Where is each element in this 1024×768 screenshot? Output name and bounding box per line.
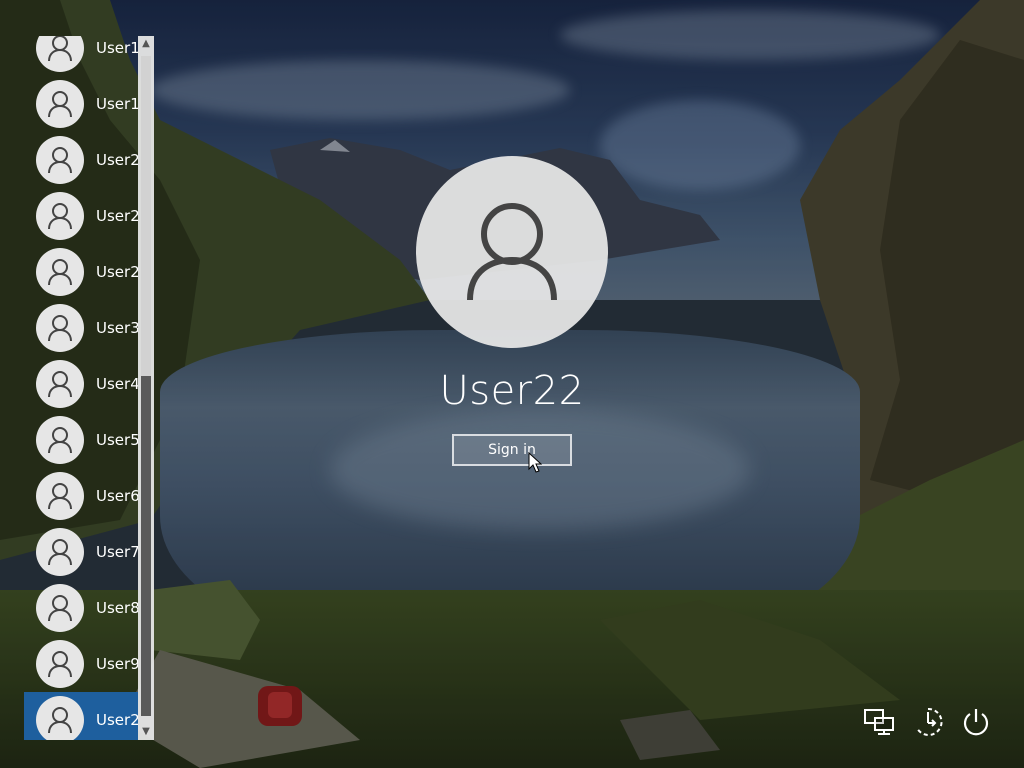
network-icon xyxy=(864,709,894,735)
user-icon xyxy=(48,651,72,678)
mouse-cursor-icon xyxy=(528,452,542,473)
network-button[interactable] xyxy=(860,702,900,742)
user-name: User22 xyxy=(96,711,138,729)
user-avatar xyxy=(36,472,84,520)
sign-in-button[interactable]: Sign in xyxy=(452,434,572,466)
user-list[interactable]: User18 User19 User2 User20 User21 User3 User4 U… xyxy=(24,36,154,740)
user-icon xyxy=(48,595,72,622)
user-list-scrollbar[interactable]: ▲ ▼ xyxy=(138,36,154,740)
selected-user-name: User22 xyxy=(439,368,585,414)
user-icon xyxy=(48,427,72,454)
user-avatar xyxy=(36,248,84,296)
chevron-down-icon[interactable]: ▼ xyxy=(138,724,154,740)
user-avatar xyxy=(36,36,84,72)
user-avatar xyxy=(36,528,84,576)
user-list-item[interactable]: User5 xyxy=(24,412,138,468)
user-avatar xyxy=(36,136,84,184)
user-name: User4 xyxy=(96,375,138,393)
user-list-item[interactable]: User19 xyxy=(24,76,138,132)
scrollbar-thumb[interactable] xyxy=(141,56,151,376)
user-name: User9 xyxy=(96,655,138,673)
user-icon xyxy=(48,147,72,174)
user-avatar xyxy=(36,360,84,408)
accessibility-icon xyxy=(916,707,943,736)
accessibility-button[interactable] xyxy=(908,702,948,742)
user-icon xyxy=(48,259,72,286)
user-list-item[interactable]: User18 xyxy=(24,36,138,76)
user-icon xyxy=(48,203,72,230)
user-icon xyxy=(467,203,557,301)
chevron-up-icon[interactable]: ▲ xyxy=(138,36,154,52)
user-icon xyxy=(48,483,72,510)
user-icon xyxy=(48,371,72,398)
user-name: User6 xyxy=(96,487,138,505)
user-list-item[interactable]: User9 xyxy=(24,636,138,692)
user-icon xyxy=(48,36,72,62)
user-avatar xyxy=(36,696,84,740)
user-list-item[interactable]: User20 xyxy=(24,188,138,244)
user-avatar xyxy=(36,584,84,632)
user-name: User18 xyxy=(96,39,138,57)
user-name: User7 xyxy=(96,543,138,561)
user-list-item[interactable]: User22 xyxy=(24,692,138,740)
user-list-item[interactable]: User4 xyxy=(24,356,138,412)
user-name: User19 xyxy=(96,95,138,113)
user-list-item[interactable]: User6 xyxy=(24,468,138,524)
user-icon xyxy=(48,91,72,118)
power-icon xyxy=(963,709,989,736)
user-avatar xyxy=(36,192,84,240)
user-name: User20 xyxy=(96,207,138,225)
user-list-item[interactable]: User3 xyxy=(24,300,138,356)
user-avatar xyxy=(36,80,84,128)
user-name: User8 xyxy=(96,599,138,617)
user-list-item[interactable]: User7 xyxy=(24,524,138,580)
user-icon xyxy=(48,315,72,342)
user-name: User5 xyxy=(96,431,138,449)
user-icon xyxy=(48,707,72,734)
user-avatar xyxy=(36,304,84,352)
scrollbar-track[interactable] xyxy=(141,376,151,716)
user-avatar-large xyxy=(416,156,608,348)
user-list-item[interactable]: User2 xyxy=(24,132,138,188)
user-icon xyxy=(48,539,72,566)
user-name: User2 xyxy=(96,151,138,169)
power-button[interactable] xyxy=(956,702,996,742)
user-name: User21 xyxy=(96,263,138,281)
user-list-item[interactable]: User8 xyxy=(24,580,138,636)
user-avatar xyxy=(36,416,84,464)
user-name: User3 xyxy=(96,319,138,337)
user-list-item[interactable]: User21 xyxy=(24,244,138,300)
user-avatar xyxy=(36,640,84,688)
